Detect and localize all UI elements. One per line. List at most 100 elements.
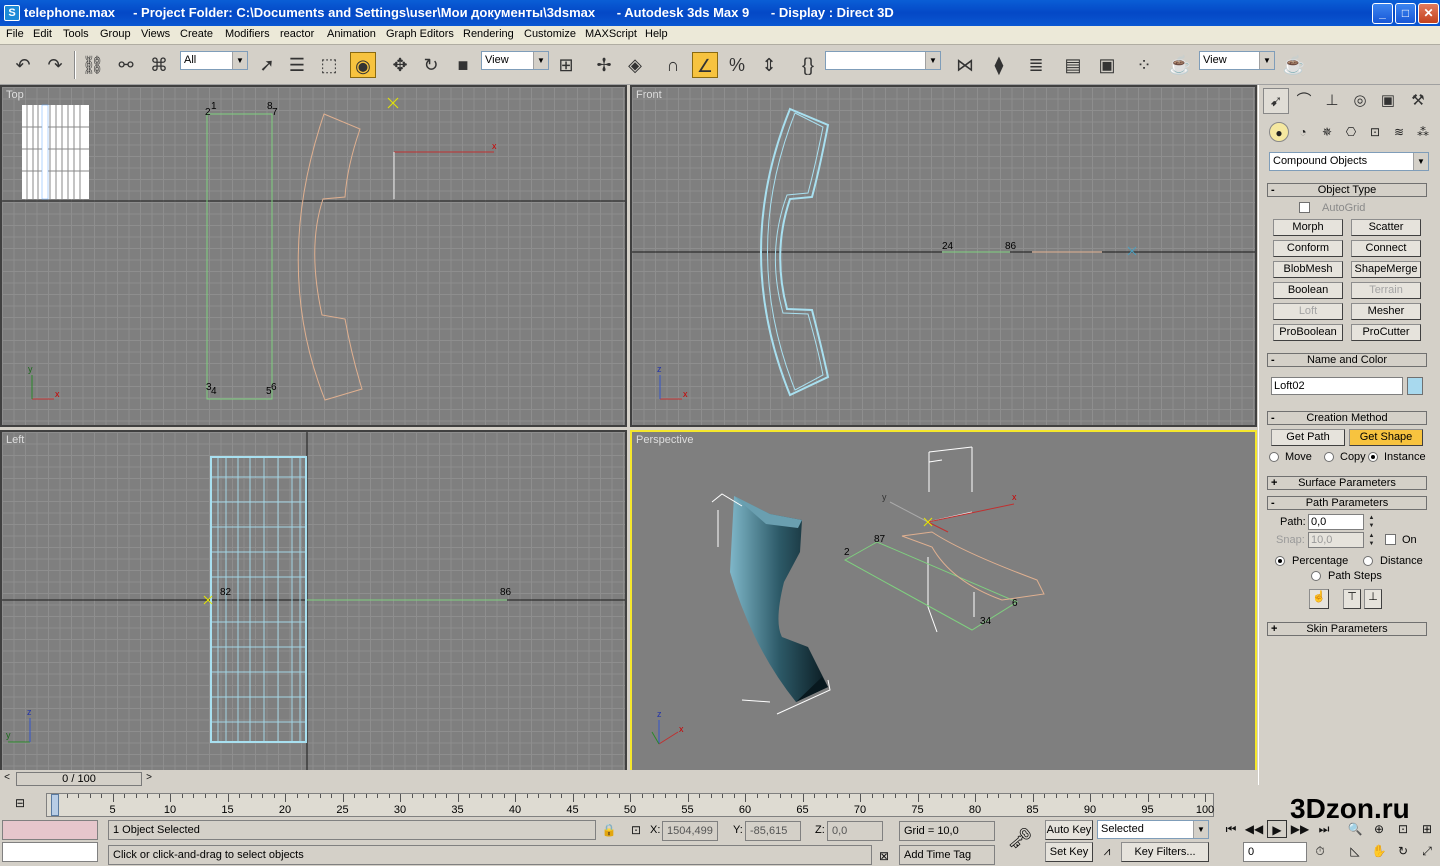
app-icon[interactable]: S (4, 5, 20, 21)
menu-file[interactable]: File (6, 28, 24, 40)
pan-icon[interactable]: ✋ (1369, 842, 1389, 860)
menu-create[interactable]: Create (180, 28, 213, 40)
menu-group[interactable]: Group (100, 28, 131, 40)
use-pivot-center-icon[interactable]: ⊞ (553, 52, 579, 78)
bind-to-space-warp-icon[interactable]: ⌘ (146, 52, 172, 78)
layer-manager-icon[interactable]: ≣ (1023, 52, 1049, 78)
morph-button[interactable]: Morph (1273, 219, 1343, 236)
align-icon[interactable]: ⧫ (986, 52, 1012, 78)
go-to-start-icon[interactable]: ⏮ (1221, 820, 1241, 838)
z-coordinate[interactable]: 0,0 (827, 821, 883, 841)
y-coordinate[interactable]: -85,615 (745, 821, 801, 841)
set-key-button[interactable]: Set Key (1045, 842, 1093, 862)
menu-tools[interactable]: Tools (63, 28, 89, 40)
create-tab-icon[interactable]: ➹ (1263, 88, 1289, 114)
angle-snap-icon[interactable]: ∠ (692, 52, 718, 78)
add-time-tag-button[interactable]: Add Time Tag (899, 845, 995, 865)
object-name-input[interactable]: Loft02 (1271, 377, 1403, 395)
maximize-viewport-icon[interactable]: ⤢ (1417, 842, 1437, 860)
conform-button[interactable]: Conform (1273, 240, 1343, 257)
select-and-link-icon[interactable]: ⛓ (80, 52, 106, 78)
time-tag-icon[interactable]: ⊠ (874, 847, 894, 865)
curve-editor-icon[interactable]: ▤ (1060, 52, 1086, 78)
loft-button[interactable]: Loft (1273, 303, 1343, 320)
set-key-icon[interactable]: 🗝 (1003, 829, 1037, 854)
maxscript-listener-pink[interactable] (2, 820, 98, 840)
path-steps-radio[interactable] (1311, 571, 1321, 581)
schematic-view-icon[interactable]: ▣ (1094, 52, 1120, 78)
cameras-category-icon[interactable]: ⎔ (1341, 122, 1361, 142)
undo-icon[interactable]: ↶ (10, 52, 36, 78)
zoom-extents-all-icon[interactable]: ⊞ (1417, 820, 1437, 838)
snap-spinner[interactable]: ▲ ▼ (1367, 532, 1376, 548)
edit-named-selection-icon[interactable]: {} (795, 52, 821, 78)
snap-on-checkbox[interactable] (1385, 534, 1396, 545)
select-object-icon[interactable]: ➚ (254, 52, 280, 78)
menu-rendering[interactable]: Rendering (463, 28, 514, 40)
move-radio[interactable] (1269, 452, 1279, 462)
display-tab-icon[interactable]: ▣ (1375, 88, 1401, 114)
menu-customize[interactable]: Customize (524, 28, 576, 40)
blobmesh-button[interactable]: BlobMesh (1273, 261, 1343, 278)
surface-parameters-rollout[interactable]: + Surface Parameters (1267, 476, 1427, 490)
key-filters-button[interactable]: Key Filters... (1121, 842, 1209, 862)
maxscript-listener-white[interactable] (2, 842, 98, 862)
path-parameters-rollout[interactable]: - Path Parameters (1267, 496, 1427, 510)
motion-tab-icon[interactable]: ◎ (1347, 88, 1373, 114)
current-frame-marker[interactable] (51, 794, 59, 816)
key-mode-dropdown[interactable]: Selected ▼ (1097, 820, 1209, 839)
space-warps-category-icon[interactable]: ≋ (1389, 122, 1409, 142)
menu-help[interactable]: Help (645, 28, 668, 40)
render-type-dropdown[interactable]: View ▼ (1199, 51, 1275, 70)
connect-button[interactable]: Connect (1351, 240, 1421, 257)
geometry-category-icon[interactable]: ● (1269, 122, 1289, 142)
previous-frame-icon[interactable]: ◀◀ (1244, 820, 1264, 838)
auto-key-button[interactable]: Auto Key (1045, 820, 1093, 840)
named-selection-sets-dropdown[interactable]: ▼ (825, 51, 941, 70)
boolean-button[interactable]: Boolean (1273, 282, 1343, 299)
select-and-manipulate-icon[interactable]: ✢ (591, 52, 617, 78)
procutter-button[interactable]: ProCutter (1351, 324, 1421, 341)
rotate-icon[interactable]: ↻ (418, 52, 444, 78)
percent-snap-icon[interactable]: % (724, 52, 750, 78)
spinner-snap-icon[interactable]: ⇕ (756, 52, 782, 78)
menu-edit[interactable]: Edit (33, 28, 52, 40)
default-tangent-icon[interactable]: ⩘ (1097, 842, 1117, 860)
scale-icon[interactable]: ■ (450, 52, 476, 78)
time-next-button[interactable]: > (142, 771, 156, 785)
move-icon[interactable]: ✥ (387, 52, 413, 78)
copy-radio[interactable] (1324, 452, 1334, 462)
lights-category-icon[interactable]: ✵ (1317, 122, 1337, 142)
get-path-button[interactable]: Get Path (1271, 429, 1345, 446)
reference-coordinate-dropdown[interactable]: View ▼ (481, 51, 549, 70)
quick-render-icon[interactable]: ☕ (1281, 52, 1307, 78)
rectangular-selection-icon[interactable]: ⬚ (316, 52, 342, 78)
time-slider[interactable]: 0 / 100 (16, 772, 142, 786)
render-scene-icon[interactable]: ☕ (1167, 52, 1193, 78)
mirror-icon[interactable]: ⋈ (952, 52, 978, 78)
keyboard-shortcut-override-icon[interactable]: ◈ (622, 52, 648, 78)
path-input[interactable]: 0,0 (1308, 514, 1364, 530)
select-by-name-icon[interactable]: ☰ (284, 52, 310, 78)
x-coordinate[interactable]: 1504,499 (662, 821, 718, 841)
percentage-radio[interactable] (1275, 556, 1285, 566)
creation-method-rollout[interactable]: - Creation Method (1267, 411, 1427, 425)
snap-input[interactable]: 10,0 (1308, 532, 1364, 548)
get-shape-button[interactable]: Get Shape (1349, 429, 1423, 446)
menu-views[interactable]: Views (141, 28, 170, 40)
category-dropdown[interactable]: Compound Objects ▼ (1269, 152, 1429, 171)
instance-radio[interactable] (1368, 452, 1378, 462)
maximize-button[interactable]: □ (1395, 3, 1416, 24)
viewport-left[interactable]: Left 82 86 y z (0, 430, 627, 772)
autogrid-checkbox[interactable] (1299, 202, 1310, 213)
proboolean-button[interactable]: ProBoolean (1273, 324, 1343, 341)
shapemerge-button[interactable]: ShapeMerge (1351, 261, 1421, 278)
minimize-button[interactable]: _ (1372, 3, 1393, 24)
systems-category-icon[interactable]: ⁂ (1413, 122, 1433, 142)
current-frame-input[interactable]: 0 (1243, 842, 1307, 862)
play-icon[interactable]: ▶ (1267, 820, 1287, 838)
distance-radio[interactable] (1363, 556, 1373, 566)
frame-ruler[interactable]: 0510152025303540455055606570758085909510… (46, 793, 1214, 817)
object-type-rollout[interactable]: - Object Type (1267, 183, 1427, 197)
object-color-swatch[interactable] (1407, 377, 1423, 395)
